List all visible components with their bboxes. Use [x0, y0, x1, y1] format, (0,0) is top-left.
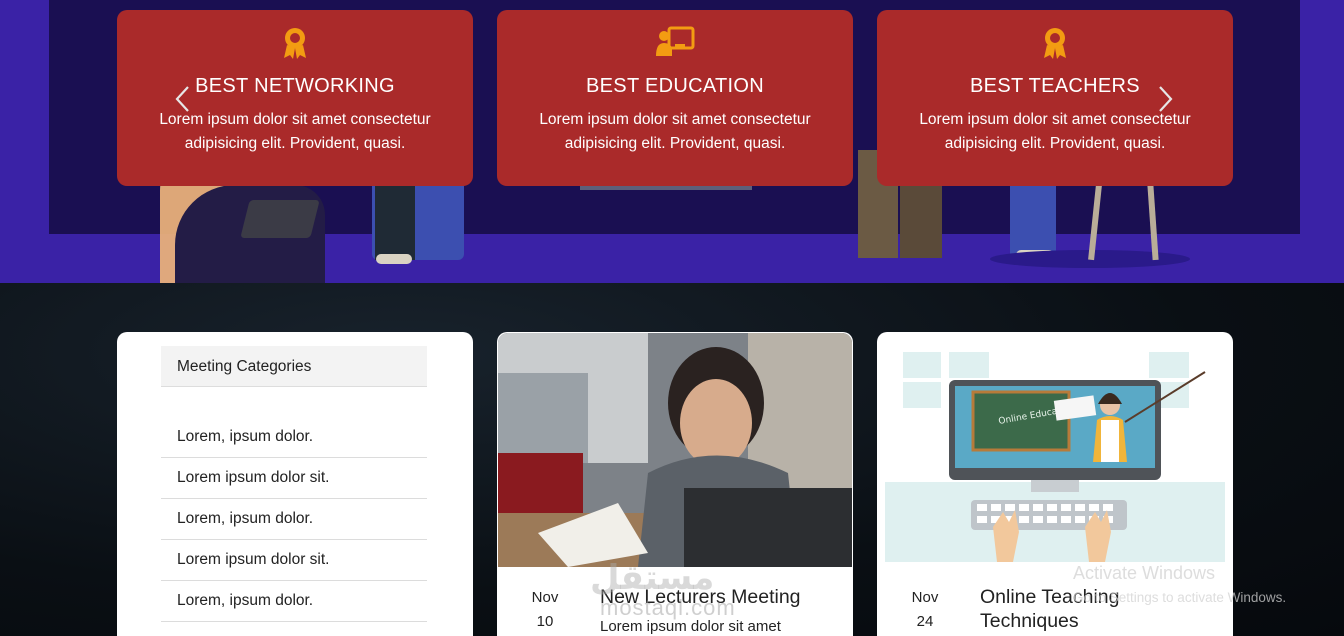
event-date: Nov 10: [525, 586, 565, 634]
teacher-computer-illustration: Online Education: [885, 352, 1225, 562]
event-date: Nov 24: [905, 586, 945, 634]
category-item[interactable]: Lorem ipsum dolor sit.: [161, 540, 427, 581]
watermark-latin: mostaql.com: [600, 595, 736, 620]
category-item[interactable]: Lorem, ipsum dolor.: [161, 499, 427, 540]
event-month: Nov: [911, 589, 939, 606]
windows-activation-notice: Activate Windows Go to Settings to activ…: [1073, 563, 1286, 605]
feature-title: BEST TEACHERS: [970, 75, 1140, 97]
online-teaching-illustration: Online Education: [885, 352, 1225, 562]
feature-description: Lorem ipsum dolor sit amet consectetur a…: [919, 111, 1191, 152]
event-day: 24: [916, 613, 934, 630]
carousel-prev-button[interactable]: [172, 84, 194, 114]
category-item[interactable]: Lorem, ipsum dolor.: [161, 581, 427, 622]
feature-card-teachers: BEST TEACHERS Lorem ipsum dolor sit amet…: [877, 10, 1233, 186]
award-icon: [1044, 28, 1066, 59]
feature-title: BEST EDUCATION: [586, 75, 764, 97]
event-day: 10: [536, 613, 554, 630]
hero-person-pants: [1010, 180, 1056, 256]
category-item[interactable]: Lorem ipsum dolor sit.: [161, 458, 427, 499]
activation-title: Activate Windows: [1073, 563, 1216, 583]
event-month: Nov: [531, 589, 559, 606]
award-icon: [284, 28, 306, 59]
feature-title: BEST NETWORKING: [195, 75, 395, 97]
student-laptop-image: [498, 333, 852, 567]
hero-shoe: [376, 254, 412, 264]
categories-header: Meeting Categories: [161, 346, 427, 387]
hero-section: BEST NETWORKING Lorem ipsum dolor sit am…: [0, 0, 1344, 283]
feature-description: Lorem ipsum dolor sit amet consectetur a…: [539, 111, 811, 152]
event-photo: [498, 333, 852, 567]
category-item[interactable]: Lorem, ipsum dolor.: [161, 417, 427, 458]
chalkboard-teacher-icon: [656, 26, 695, 56]
activation-subtitle: Go to Settings to activate Windows.: [1073, 590, 1287, 605]
feature-description: Lorem ipsum dolor sit amet consectetur a…: [159, 111, 431, 152]
feature-card-education: BEST EDUCATION Lorem ipsum dolor sit ame…: [497, 10, 853, 186]
carousel-next-button[interactable]: [1154, 84, 1176, 114]
feature-card-networking: BEST NETWORKING Lorem ipsum dolor sit am…: [117, 10, 473, 186]
hero-laptop: [240, 200, 320, 238]
watermark-arabic: مستقل: [590, 559, 715, 597]
categories-card: Meeting Categories Lorem, ipsum dolor. L…: [117, 332, 473, 636]
categories-list: Lorem, ipsum dolor. Lorem ipsum dolor si…: [161, 417, 427, 622]
